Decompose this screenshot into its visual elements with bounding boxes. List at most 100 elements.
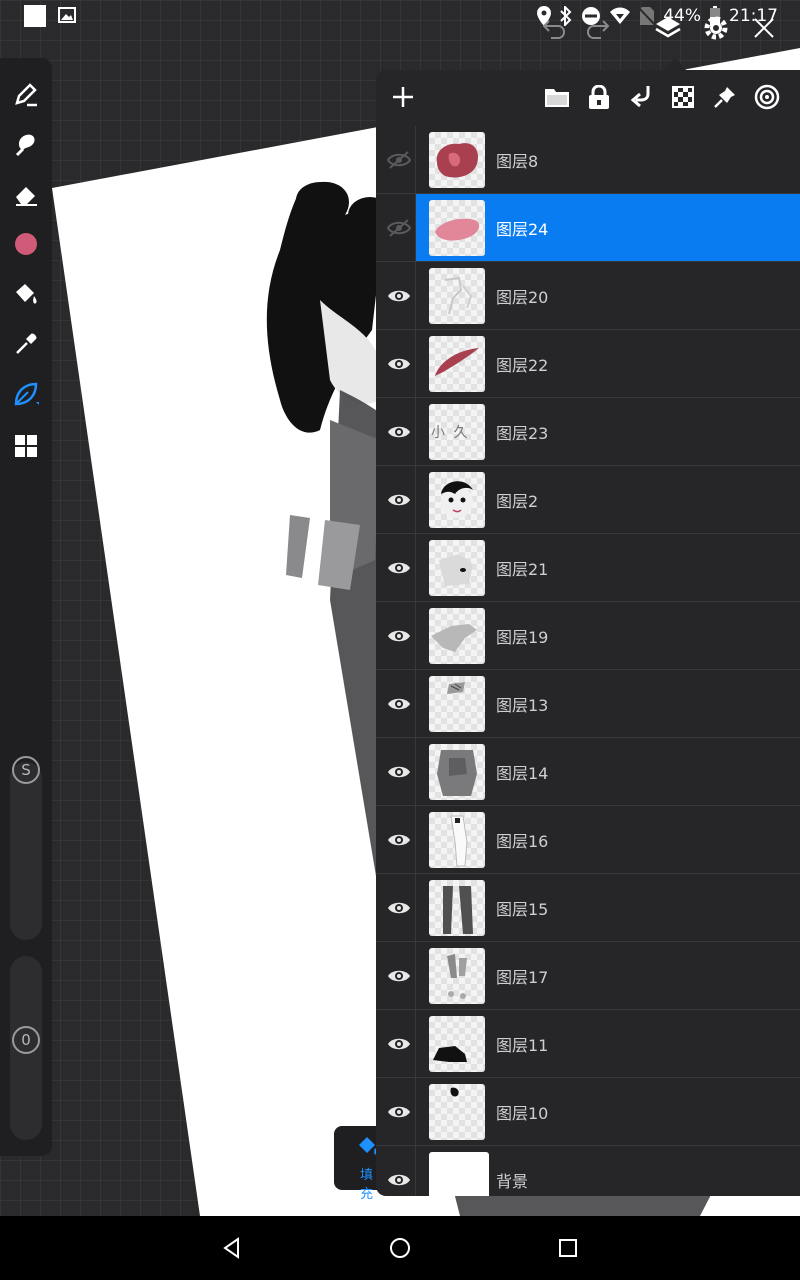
visibility-eye-icon <box>388 698 410 710</box>
layer-thumbnail[interactable] <box>429 744 485 800</box>
layer-row[interactable]: 图层10 <box>376 1078 800 1146</box>
visibility-toggle[interactable] <box>382 211 416 245</box>
row-divider <box>415 874 416 941</box>
grid-icon <box>15 435 37 457</box>
row-divider <box>415 1010 416 1077</box>
visibility-toggle[interactable] <box>382 619 416 653</box>
back-button[interactable] <box>216 1232 248 1264</box>
visibility-toggle[interactable] <box>382 143 416 177</box>
visibility-toggle[interactable] <box>382 483 416 517</box>
layer-thumbnail[interactable]: 小 久 <box>429 404 485 460</box>
visibility-toggle[interactable] <box>382 1027 416 1061</box>
grid-tool[interactable] <box>8 428 44 464</box>
layer-row[interactable]: 图层22 <box>376 330 800 398</box>
navigation-bar <box>0 1216 800 1280</box>
image-notification-icon <box>58 7 76 23</box>
layer-thumbnail[interactable] <box>429 676 485 732</box>
home-button[interactable] <box>384 1232 416 1264</box>
layer-row[interactable]: 图层14 <box>376 738 800 806</box>
layer-thumbnail-art <box>433 1046 467 1062</box>
layer-row[interactable]: 图层11 <box>376 1010 800 1078</box>
close-button[interactable] <box>746 10 782 46</box>
target-button[interactable] <box>750 80 784 114</box>
color-swatch[interactable] <box>8 226 44 262</box>
opacity-slider-knob[interactable]: 0 <box>12 1026 40 1054</box>
alpha-lock-button[interactable] <box>666 80 700 114</box>
layer-row[interactable]: 图层2 <box>376 466 800 534</box>
merge-down-icon <box>630 86 650 108</box>
undo-button[interactable] <box>536 10 572 46</box>
layer-row[interactable]: 图层19 <box>376 602 800 670</box>
pen-tool[interactable] <box>8 76 44 112</box>
row-divider <box>415 1146 416 1196</box>
smudge-tool[interactable] <box>8 126 44 162</box>
layer-panel: 图层8 图层24 图层20 图层22 小 久 图层23 图层2 图层21 图层19 图层13 图层1… <box>376 70 800 1196</box>
eyedropper-tool[interactable] <box>8 326 44 362</box>
redo-button[interactable] <box>580 10 616 46</box>
layer-thumbnail[interactable] <box>429 948 485 1004</box>
layer-thumbnail[interactable] <box>429 812 485 868</box>
layer-name: 图层2 <box>496 492 539 511</box>
layer-thumbnail[interactable] <box>429 540 485 596</box>
layer-row[interactable]: 图层13 <box>376 670 800 738</box>
layer-thumbnail-art <box>444 276 473 315</box>
layer-row[interactable]: 图层8 <box>376 126 800 194</box>
visibility-eye-icon <box>388 358 410 370</box>
layer-thumbnail[interactable] <box>429 880 485 936</box>
layer-thumbnail[interactable] <box>429 1152 489 1196</box>
folder-button[interactable] <box>540 80 574 114</box>
recents-button[interactable] <box>552 1232 584 1264</box>
layer-thumbnail[interactable] <box>429 1016 485 1072</box>
visibility-toggle[interactable] <box>382 415 416 449</box>
layer-name: 图层19 <box>496 628 549 647</box>
pin-button[interactable] <box>708 80 742 114</box>
layer-row[interactable]: 图层17 <box>376 942 800 1010</box>
fill-tool[interactable] <box>8 276 44 312</box>
visibility-hidden-icon <box>387 219 411 237</box>
layer-name: 图层13 <box>496 696 549 715</box>
visibility-toggle[interactable] <box>382 959 416 993</box>
pen-icon <box>15 83 37 107</box>
row-divider <box>415 1078 416 1145</box>
layer-thumbnail[interactable] <box>429 336 485 392</box>
layer-row[interactable]: 背景 <box>376 1146 800 1196</box>
visibility-toggle[interactable] <box>382 551 416 585</box>
layer-name: 图层22 <box>496 356 549 375</box>
layer-name: 图层17 <box>496 968 549 987</box>
layers-button[interactable] <box>650 10 686 46</box>
layer-thumbnail[interactable] <box>429 472 485 528</box>
layer-thumbnail[interactable] <box>429 1084 485 1140</box>
layer-name: 图层16 <box>496 832 549 851</box>
visibility-toggle[interactable] <box>382 823 416 857</box>
visibility-toggle[interactable] <box>382 347 416 381</box>
layer-row[interactable]: 图层24 <box>376 194 800 262</box>
size-slider[interactable] <box>10 762 42 940</box>
leaf-brush-tool[interactable] <box>8 376 44 412</box>
visibility-toggle[interactable] <box>382 1163 416 1196</box>
size-slider-knob[interactable]: S <box>12 756 40 784</box>
layer-thumbnail[interactable] <box>429 132 485 188</box>
visibility-toggle[interactable] <box>382 755 416 789</box>
layer-thumbnail[interactable] <box>429 200 485 256</box>
layer-row[interactable]: 图层15 <box>376 874 800 942</box>
merge-down-button[interactable] <box>624 80 658 114</box>
layer-thumbnail-art <box>439 554 473 586</box>
layer-name: 图层8 <box>496 152 539 171</box>
layer-thumbnail[interactable] <box>429 268 485 324</box>
visibility-eye-icon <box>388 1038 410 1050</box>
visibility-eye-icon <box>388 1174 410 1186</box>
visibility-toggle[interactable] <box>382 1095 416 1129</box>
add-layer-button[interactable] <box>386 80 420 114</box>
layer-row[interactable]: 图层16 <box>376 806 800 874</box>
layer-row[interactable]: 小 久 图层23 <box>376 398 800 466</box>
visibility-toggle[interactable] <box>382 891 416 925</box>
visibility-toggle[interactable] <box>382 279 416 313</box>
row-divider <box>415 398 416 465</box>
layer-thumbnail[interactable] <box>429 608 485 664</box>
eraser-tool[interactable] <box>8 176 44 212</box>
layer-row[interactable]: 图层20 <box>376 262 800 330</box>
layer-row[interactable]: 图层21 <box>376 534 800 602</box>
lock-button[interactable] <box>582 80 616 114</box>
settings-button[interactable] <box>698 10 734 46</box>
visibility-toggle[interactable] <box>382 687 416 721</box>
